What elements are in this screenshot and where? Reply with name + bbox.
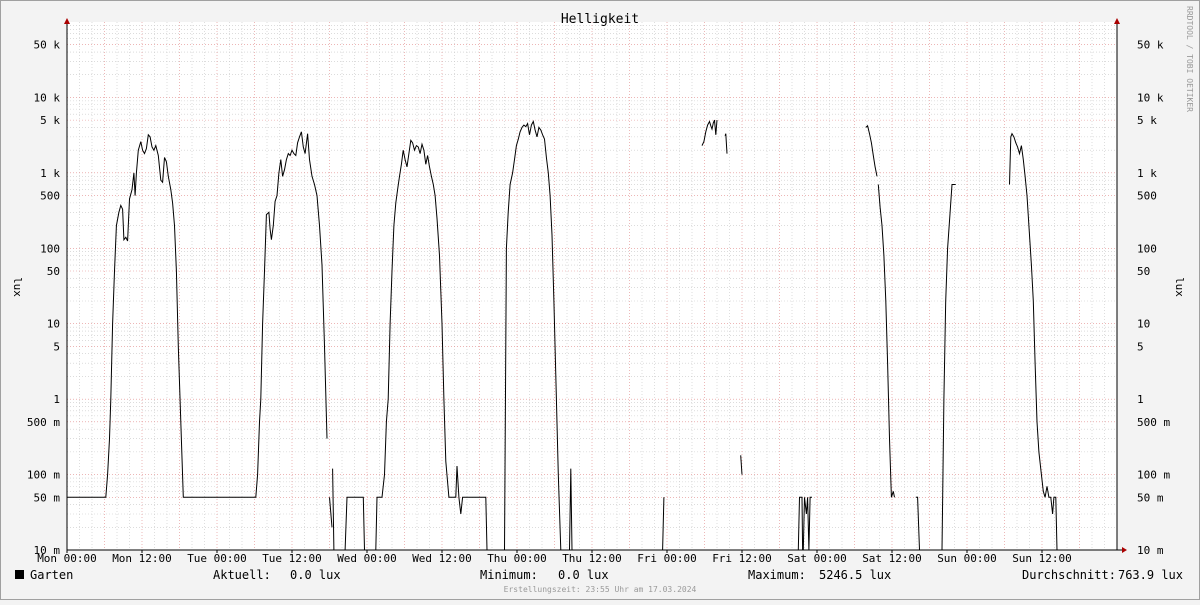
y-tick-label-right: 500 m	[1137, 416, 1170, 429]
y-tick-label-left: 10 m	[34, 544, 61, 557]
x-tick-label: Thu 00:00	[487, 552, 547, 565]
x-tick-label: Wed 00:00	[337, 552, 397, 565]
legend-maximum-label: Maximum:	[748, 568, 806, 582]
legend-minimum-value: 0.0 lux	[558, 568, 609, 582]
y-tick-label-left: 100	[40, 242, 60, 255]
y-tick-label-left: 10	[47, 318, 60, 331]
y-tick-label-left: 500	[40, 190, 60, 203]
y-tick-label-right: 10	[1137, 318, 1150, 331]
chart-title: Helligkeit	[561, 12, 639, 27]
y-tick-label-left: 100 m	[27, 469, 60, 482]
y-tick-label-left: 50 k	[34, 39, 61, 52]
x-tick-label: Sun 00:00	[937, 552, 997, 565]
x-tick-label: Thu 12:00	[562, 552, 622, 565]
x-tick-label: Wed 12:00	[412, 552, 472, 565]
x-tick-label: Sun 12:00	[1012, 552, 1072, 565]
y-tick-label-right: 1	[1137, 393, 1144, 406]
legend-swatch	[15, 570, 24, 579]
y-tick-label-left: 50	[47, 265, 60, 278]
y-tick-label-left: 500 m	[27, 416, 60, 429]
x-tick-label: Fri 00:00	[637, 552, 697, 565]
y-axis-label-right: lux	[1173, 277, 1186, 297]
legend-average-label: Durchschnitt:	[1022, 568, 1116, 582]
y-tick-label-right: 10 k	[1137, 91, 1164, 104]
y-tick-label-right: 10 m	[1137, 544, 1164, 557]
y-tick-label-right: 5 k	[1137, 114, 1157, 127]
x-tick-label: Sat 12:00	[862, 552, 922, 565]
x-tick-label: Fri 12:00	[712, 552, 772, 565]
legend-series-label: Garten	[30, 568, 73, 582]
x-tick-label: Tue 00:00	[187, 552, 247, 565]
y-tick-label-right: 50	[1137, 265, 1150, 278]
y-tick-label-right: 1 k	[1137, 167, 1157, 180]
chart-window: Mon 00:00 Mon 12:00 Tue 00:00 Tue 12:00 Wed …	[0, 0, 1200, 600]
footer-timestamp: Erstellungszeit: 23:55 Uhr am 17.03.2024	[504, 585, 697, 594]
y-tick-label-left: 5 k	[40, 114, 60, 127]
y-tick-label-left: 50 m	[34, 491, 61, 504]
x-tick-label: Mon 12:00	[112, 552, 172, 565]
y-tick-label-left: 10 k	[34, 91, 61, 104]
legend-maximum-value: 5246.5 lux	[819, 568, 891, 582]
y-tick-label-right: 100 m	[1137, 469, 1170, 482]
y-tick-label-right: 100	[1137, 242, 1157, 255]
legend-average-value: 763.9 lux	[1118, 568, 1183, 582]
x-tick-label: Sat 00:00	[787, 552, 847, 565]
watermark: RRDTOOL / TOBI OETIKER	[1185, 6, 1194, 112]
y-tick-label-left: 1	[53, 393, 60, 406]
y-tick-label-right: 50 k	[1137, 39, 1164, 52]
y-tick-label-right: 5	[1137, 340, 1144, 353]
legend-aktuell-label: Aktuell:	[213, 568, 271, 582]
chart-svg: Mon 00:00 Mon 12:00 Tue 00:00 Tue 12:00 Wed …	[0, 0, 1200, 600]
legend-minimum-label: Minimum:	[480, 568, 538, 582]
y-tick-label-left: 1 k	[40, 167, 60, 180]
y-tick-label-left: 5	[53, 340, 60, 353]
y-tick-label-right: 500	[1137, 190, 1157, 203]
x-tick-label: Tue 12:00	[262, 552, 322, 565]
y-tick-label-right: 50 m	[1137, 491, 1164, 504]
y-axis-label-left: lux	[11, 277, 24, 297]
legend-aktuell-value: 0.0 lux	[290, 568, 341, 582]
